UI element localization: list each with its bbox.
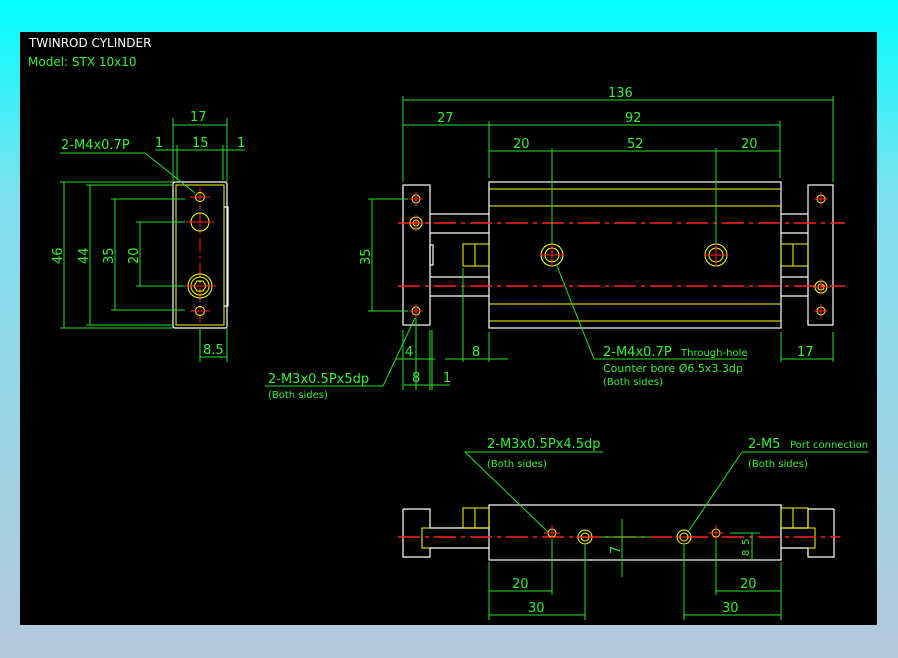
dim-136: 136: [608, 86, 633, 101]
callout-m3-line1: 2-M3x0.5Px5dp: [268, 372, 369, 387]
hole-icon: [544, 525, 724, 545]
dim-8-nut: 8: [472, 345, 480, 360]
dim-30-bottom-left: 30: [528, 601, 545, 616]
callout-m5-port-note: Port connection: [790, 440, 868, 451]
dim-27: 27: [437, 111, 454, 126]
dim-1-left: 1: [155, 136, 163, 151]
dim-46: 46: [51, 247, 66, 264]
plate-notch: [224, 206, 229, 307]
dim-17: 17: [190, 110, 207, 125]
nut-icon: [462, 243, 809, 267]
callout-m5-both-sides: (Both sides): [748, 459, 808, 470]
dim-17-front: 17: [797, 345, 814, 360]
callout-m4: 2-M4x0.7P: [61, 138, 130, 153]
dim-30-bottom-right: 30: [722, 601, 739, 616]
dim-5: 5: [741, 539, 752, 545]
callout-both-sides: (Both sides): [603, 377, 663, 388]
callout-counterbore: Counter bore Ø6.5x3.3dp: [603, 362, 743, 375]
dim-20: 20: [127, 247, 142, 264]
callout-m3-tap-note: (Both sides): [487, 459, 547, 470]
bottom-dimensions: [464, 451, 868, 620]
dim-44: 44: [77, 247, 92, 264]
dim-92: 92: [625, 111, 642, 126]
model-label: Model: STX 10x10: [28, 55, 137, 69]
dim-1: 1: [443, 371, 451, 386]
dim-20-left: 20: [513, 137, 530, 152]
dim-20-right: 20: [741, 137, 758, 152]
dim-20-bottom-right: 20: [740, 577, 757, 592]
dim-4: 4: [405, 345, 413, 360]
dim-20-bottom-left: 20: [512, 577, 529, 592]
cylinder-body: [488, 181, 782, 329]
callout-m4-thru: 2-M4x0.7P: [603, 345, 672, 360]
left-end-block: [402, 508, 489, 558]
callout-m3-tap: 2-M3x0.5Px4.5dp: [487, 437, 601, 452]
side-view: 17 1 15 1 2-M4x0.7P 46 44 35 20 8.5: [51, 110, 245, 362]
dim-52: 52: [627, 137, 644, 152]
nut-icon: [462, 507, 809, 529]
hole-icon: [408, 192, 829, 318]
dim-8-plate: 8: [412, 371, 420, 386]
dim-35-front: 35: [359, 248, 374, 265]
dim-8-5: 8.5: [203, 343, 224, 358]
dim-35: 35: [102, 247, 117, 264]
drawing-canvas: TWINROD CYLINDER Model: STX 10x10 17 1 1…: [20, 32, 877, 625]
dim-1-right: 1: [237, 136, 245, 151]
drawing-title: TWINROD CYLINDER: [28, 36, 151, 50]
piston-rods: [430, 213, 808, 297]
callout-m3-line2: (Both sides): [268, 390, 328, 401]
front-view: 136 27 92 20 52 20 35 4 8 8 1 17 2-M3x0.…: [265, 86, 845, 401]
dim-8-small: 8: [741, 550, 752, 556]
dim-7: 7: [609, 546, 624, 554]
bottom-view: 20 30 20 30 7 5 8 2-M3x0.5Px4.5dp (Both …: [398, 437, 868, 620]
dim-15: 15: [192, 136, 209, 151]
cad-drawing: TWINROD CYLINDER Model: STX 10x10 17 1 1…: [28, 36, 868, 620]
callout-m4-thru-note: Through-hole: [680, 348, 747, 359]
callout-m5-port: 2-M5: [748, 437, 780, 452]
